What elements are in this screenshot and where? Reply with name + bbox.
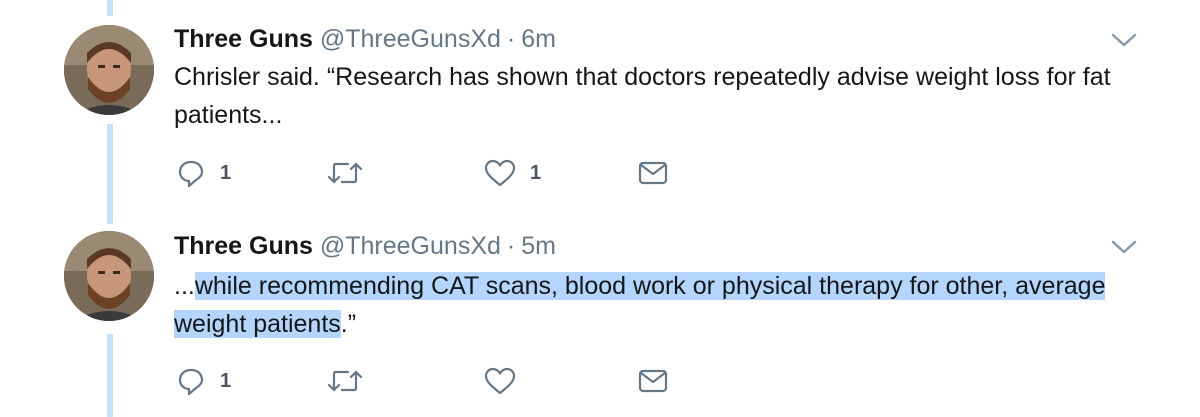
display-name[interactable]: Three Guns <box>174 232 313 260</box>
reply-button[interactable]: 1 <box>176 365 231 397</box>
reply-button[interactable]: 1 <box>176 157 231 189</box>
tweet-text: Chrisler said. “Research has shown that … <box>174 63 1111 129</box>
reply-count: 1 <box>220 161 232 184</box>
tweet-2[interactable]: Three Guns @ThreeGunsXd · 5m ...while reco… <box>0 209 1200 417</box>
selected-text: while recommending CAT scans, blood work… <box>174 272 1106 338</box>
timestamp[interactable]: 6m <box>521 25 556 53</box>
display-name[interactable]: Three Guns <box>174 25 313 53</box>
chevron-down-icon[interactable] <box>1110 237 1138 257</box>
tweet-actions: 1 <box>176 365 696 397</box>
text-suffix: .” <box>340 310 357 338</box>
like-count: 1 <box>530 161 542 184</box>
retweet-icon <box>328 162 362 184</box>
retweet-button[interactable] <box>328 157 376 189</box>
tweet-header: Three Guns @ThreeGunsXd · 6m <box>174 24 556 54</box>
retweet-icon <box>328 370 362 392</box>
avatar-image <box>64 25 154 115</box>
heart-icon <box>484 367 516 395</box>
timestamp[interactable]: 5m <box>521 232 556 260</box>
user-handle[interactable]: @ThreeGunsXd <box>320 232 501 260</box>
direct-message-button[interactable] <box>638 157 668 189</box>
avatar[interactable] <box>64 231 154 321</box>
reply-icon <box>178 368 204 396</box>
chevron-down-icon[interactable] <box>1110 30 1138 50</box>
avatar[interactable] <box>64 25 154 115</box>
envelope-icon <box>638 369 668 393</box>
tweet-header: Three Guns @ThreeGunsXd · 5m <box>174 231 556 261</box>
avatar-image <box>64 231 154 321</box>
retweet-button[interactable] <box>328 365 376 397</box>
tweet-1[interactable]: Three Guns @ThreeGunsXd · 6m Chrisler said… <box>0 0 1200 208</box>
text-prefix: ... <box>174 272 195 300</box>
user-handle[interactable]: @ThreeGunsXd <box>320 25 501 53</box>
heart-icon <box>484 159 516 187</box>
separator-dot: · <box>506 232 516 260</box>
separator-dot: · <box>506 25 516 53</box>
reply-count: 1 <box>220 369 232 392</box>
like-button[interactable] <box>484 365 530 397</box>
like-button[interactable]: 1 <box>484 157 541 189</box>
direct-message-button[interactable] <box>638 365 668 397</box>
reply-icon <box>178 160 204 188</box>
tweet-actions: 1 1 <box>176 157 696 189</box>
envelope-icon <box>638 161 668 185</box>
tweet-text: ...while recommending CAT scans, blood w… <box>174 267 1134 343</box>
